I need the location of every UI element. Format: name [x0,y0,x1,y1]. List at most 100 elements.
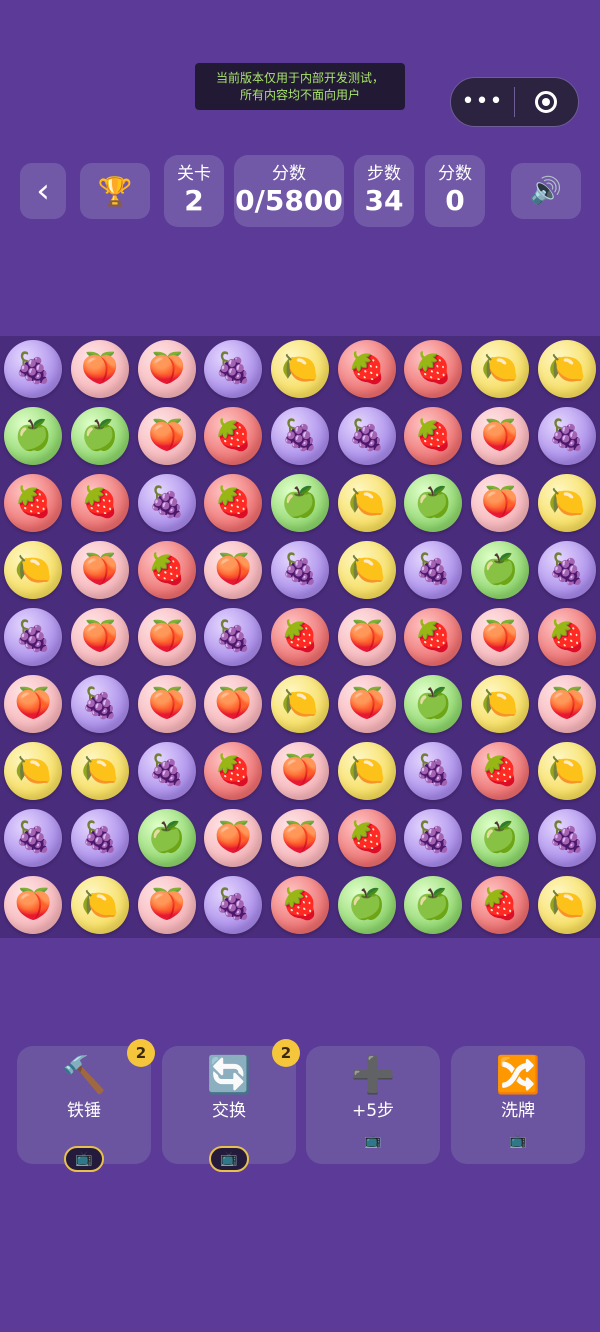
board-cell[interactable]: 🍇 [134,470,200,536]
board-cell[interactable]: 🍑 [134,604,200,670]
trophy-button[interactable]: 🏆 [80,163,150,219]
board-cell[interactable]: 🍑 [200,805,266,871]
sound-button[interactable]: 🔊 [511,163,581,219]
board-cell[interactable]: 🍇 [534,537,600,603]
board-cell[interactable]: 🍑 [467,403,533,469]
board-cell[interactable]: 🍓 [334,336,400,402]
apple-icon: 🍏 [271,474,329,533]
board-cell[interactable]: 🍑 [134,872,200,938]
board-cell[interactable]: 🍋 [467,671,533,737]
board-cell[interactable]: 🍇 [267,537,333,603]
board-cell[interactable]: 🍋 [534,872,600,938]
board-cell[interactable]: 🍇 [334,403,400,469]
tool-label: 铁锤 [67,1101,101,1121]
board-cell[interactable]: 🍏 [267,470,333,536]
board-cell[interactable]: 🍋 [0,738,66,804]
board-cell[interactable]: 🍇 [534,403,600,469]
board-cell[interactable]: 🍓 [267,604,333,670]
board-cell[interactable]: 🍓 [467,738,533,804]
board-cell[interactable]: 🍑 [267,805,333,871]
strawberry-icon: 🍓 [204,741,263,800]
board-cell[interactable]: 🍑 [0,872,66,938]
board-cell[interactable]: 🍓 [0,470,66,536]
board-cell[interactable]: 🍇 [0,805,66,871]
board-cell[interactable]: 🍓 [334,805,400,871]
board-cell[interactable]: 🍑 [267,738,333,804]
more-dots-icon[interactable]: ••• [451,91,514,113]
board-cell[interactable]: 🍇 [400,537,466,603]
board-cell[interactable]: 🍇 [134,738,200,804]
board-cell[interactable]: 🍑 [200,671,266,737]
board-cell[interactable]: 🍋 [267,336,333,402]
board-cell[interactable]: 🍇 [67,671,133,737]
board-cell[interactable]: 🍇 [200,336,266,402]
board-cell[interactable]: 🍇 [400,738,466,804]
board-cell[interactable]: 🍑 [0,671,66,737]
swap-icon: 🔄 [206,1055,252,1096]
board-cell[interactable]: 🍓 [200,403,266,469]
board-cell[interactable]: 🍏 [400,671,466,737]
board-cell[interactable]: 🍋 [334,738,400,804]
board-cell[interactable]: 🍏 [67,403,133,469]
board-cell[interactable]: 🍋 [534,738,600,804]
board-cell[interactable]: 🍇 [400,805,466,871]
board-cell[interactable]: 🍇 [67,805,133,871]
board-cell[interactable]: 🍑 [134,336,200,402]
back-button[interactable]: ‹ [20,163,66,219]
board-cell[interactable]: 🍑 [200,537,266,603]
count-badge: 2 [272,1039,300,1067]
board-cell[interactable]: 🍋 [67,738,133,804]
board-cell[interactable]: 🍑 [467,604,533,670]
board-cell[interactable]: 🍑 [134,403,200,469]
board-cell[interactable]: 🍋 [334,470,400,536]
board-cell[interactable]: 🍓 [467,872,533,938]
board-cell[interactable]: 🍑 [134,671,200,737]
board-cell[interactable]: 🍇 [0,604,66,670]
peach-icon: 🍑 [137,875,196,934]
board-cell[interactable]: 🍑 [534,671,600,737]
board-cell[interactable]: 🍋 [467,336,533,402]
board-cell[interactable]: 🍇 [200,604,266,670]
tool-shuffle-button[interactable]: 🔀 洗牌 📺 [451,1046,585,1164]
board-cell[interactable]: 🍏 [467,537,533,603]
board-cell[interactable]: 🍇 [200,872,266,938]
board-cell[interactable]: 🍓 [267,872,333,938]
board-cell[interactable]: 🍓 [400,604,466,670]
board-cell[interactable]: 🍏 [467,805,533,871]
board-cell[interactable]: 🍋 [334,537,400,603]
board-cell[interactable]: 🍇 [267,403,333,469]
board-cell[interactable]: 🍓 [200,738,266,804]
board-cell[interactable]: 🍏 [134,805,200,871]
board-cell[interactable]: 🍓 [134,537,200,603]
board-cell[interactable]: 🍑 [467,470,533,536]
board-cell[interactable]: 🍓 [400,403,466,469]
tool-plus-steps-button[interactable]: ➕ +5步 📺 [306,1046,440,1164]
tool-hammer-button[interactable]: 🔨 铁锤 2 📺 [17,1039,155,1172]
board-cell[interactable]: 🍏 [334,872,400,938]
board-cell[interactable]: 🍑 [67,336,133,402]
board-cell[interactable]: 🍋 [267,671,333,737]
board-cell[interactable]: 🍓 [67,470,133,536]
board-cell[interactable]: 🍇 [0,336,66,402]
board-cell[interactable]: 🍑 [334,671,400,737]
board-cell[interactable]: 🍏 [0,403,66,469]
target-close-icon[interactable] [515,91,578,113]
board-cell[interactable]: 🍋 [67,872,133,938]
board-cell[interactable]: 🍏 [400,872,466,938]
board-cell[interactable]: 🍓 [200,470,266,536]
strawberry-icon: 🍓 [537,608,596,666]
board-cell[interactable]: 🍋 [534,336,600,402]
board-cell[interactable]: 🍑 [67,604,133,670]
board-cell[interactable]: 🍑 [67,537,133,603]
board-cell[interactable]: 🍋 [534,470,600,536]
board-cell[interactable]: 🍓 [400,336,466,402]
board-cell[interactable]: 🍏 [400,470,466,536]
board-cell[interactable]: 🍋 [0,537,66,603]
tool-swap-button[interactable]: 🔄 交换 2 📺 [162,1039,300,1172]
board-cell[interactable]: 🍓 [534,604,600,670]
peach-icon: 🍑 [337,608,396,666]
strawberry-icon: 🍓 [137,541,196,600]
board-cell[interactable]: 🍑 [334,604,400,670]
tool-label: +5步 [351,1101,395,1121]
board-cell[interactable]: 🍇 [534,805,600,871]
